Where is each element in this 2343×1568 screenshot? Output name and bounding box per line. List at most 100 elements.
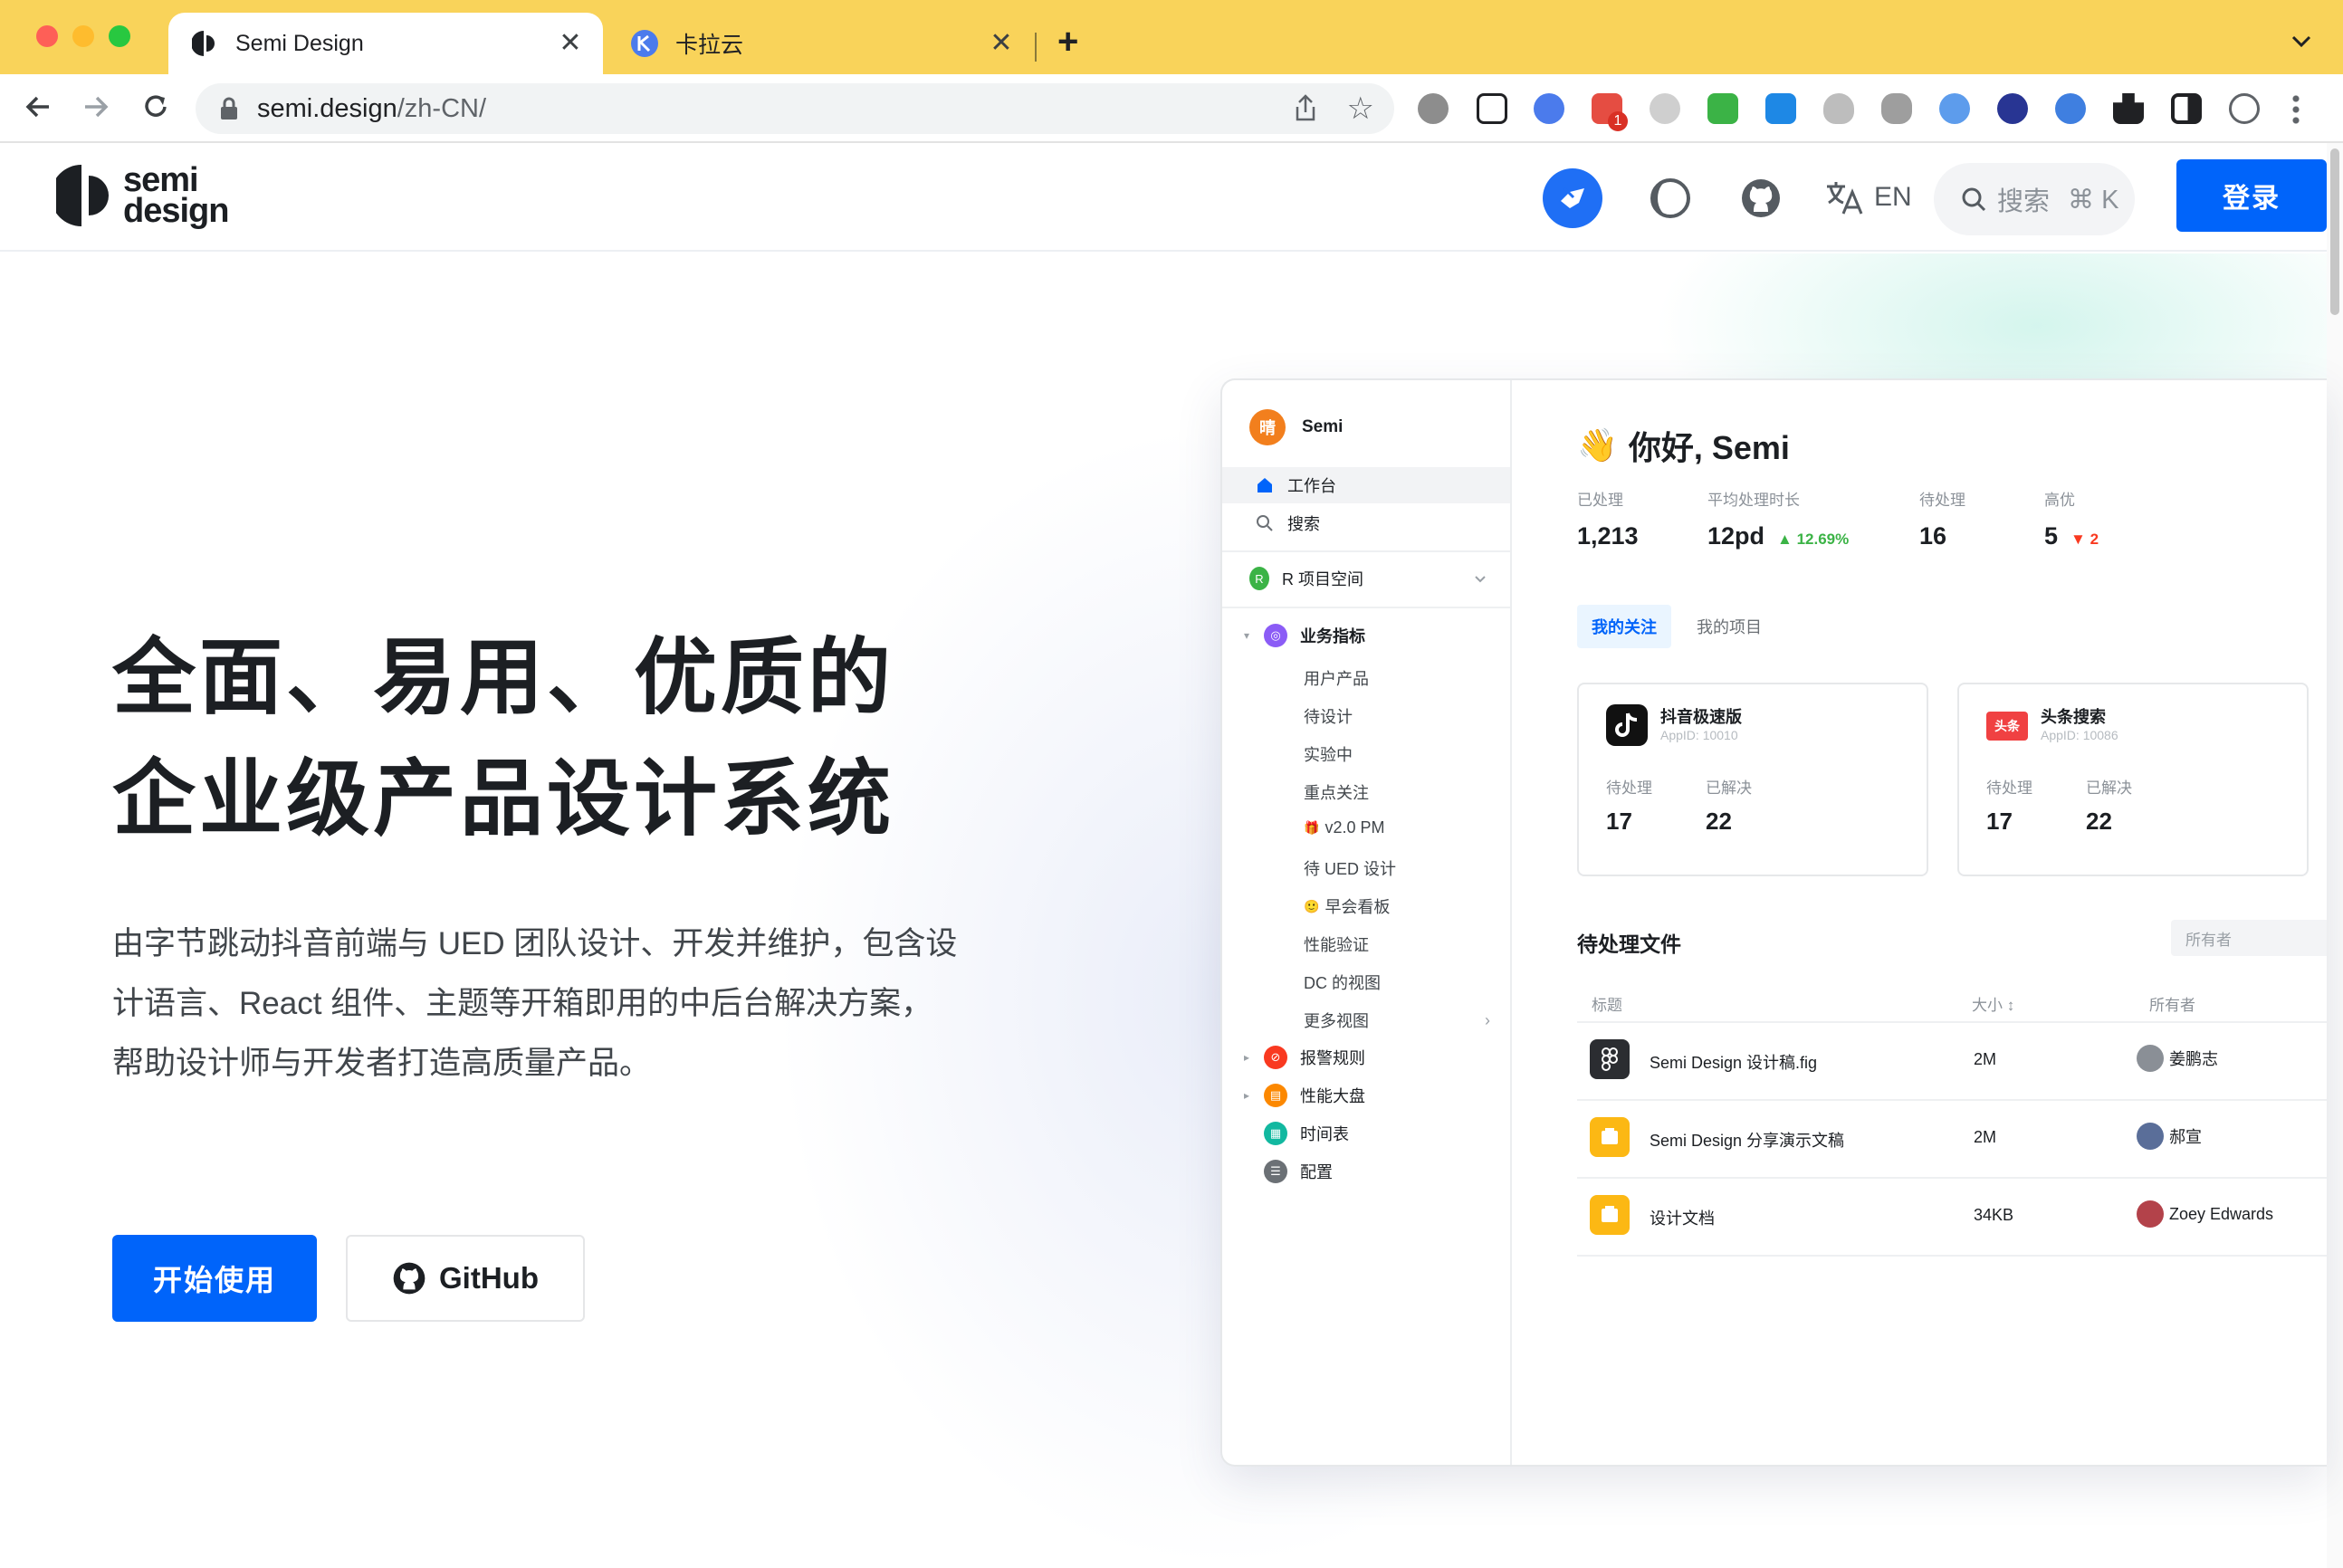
extension-tomato-icon[interactable] <box>1418 93 1449 124</box>
smile-icon: 🙂 <box>1304 898 1320 913</box>
workspace-avatar: 晴 <box>1249 409 1286 445</box>
new-tab-button[interactable]: + <box>1057 24 1078 60</box>
tree-item[interactable]: 性能验证 <box>1304 932 1369 956</box>
window-maximize-button[interactable] <box>109 25 130 47</box>
tree-item[interactable]: DC 的视图 <box>1304 970 1381 994</box>
extension-shield-icon[interactable] <box>1823 93 1854 124</box>
tree-group-alert-rules[interactable]: ▸ ⊘ 报警规则 <box>1222 1039 1510 1076</box>
nav-item-search[interactable]: 搜索 <box>1222 505 1510 541</box>
tree-item[interactable]: 🎁 v2.0 PM <box>1304 818 1384 837</box>
tree-item[interactable]: 重点关注 <box>1304 780 1369 804</box>
profile-avatar-icon[interactable] <box>2229 93 2260 124</box>
extension-bookmark-icon[interactable] <box>1765 93 1796 124</box>
card-stat-label: 已解决 <box>2086 779 2132 797</box>
semi-favicon-icon <box>190 29 219 58</box>
file-owner: 姜鹏志 <box>2137 1045 2218 1072</box>
tree-item-label: 早会看板 <box>1325 898 1391 916</box>
address-bar[interactable]: semi.design/zh-CN/ ☆ <box>196 83 1394 134</box>
tree-group-performance[interactable]: ▸ ▤ 性能大盘 <box>1222 1077 1510 1114</box>
tree-item[interactable]: 待 UED 设计 <box>1304 856 1396 880</box>
get-started-button[interactable]: 开始使用 <box>112 1235 317 1322</box>
extension-compass-icon[interactable] <box>1939 93 1970 124</box>
page-scrollbar-thumb[interactable] <box>2330 148 2339 315</box>
tab-close-icon[interactable]: ✕ <box>556 29 585 58</box>
tree-item[interactable]: 🙂 早会看板 <box>1304 894 1390 918</box>
nav-item-label: 搜索 <box>1287 515 1320 533</box>
project-space-label: R 项目空间 <box>1282 570 1363 588</box>
tree-group-business-metrics[interactable]: ▾ ◎ 业务指标 <box>1222 617 1510 654</box>
side-panel-icon[interactable] <box>2171 93 2202 124</box>
workspace-name: Semi <box>1302 417 1344 436</box>
card-stat-value: 17 <box>1986 808 2013 835</box>
stat-delta-down: ▼ 2 <box>2070 531 2099 548</box>
nav-item-workbench[interactable]: 工作台 <box>1222 467 1510 503</box>
reload-icon[interactable] <box>138 91 174 127</box>
tree-item[interactable]: 实验中 <box>1304 742 1353 766</box>
bookmark-star-icon[interactable]: ☆ <box>1347 91 1374 127</box>
project-space-selector[interactable]: R R 项目空间 <box>1222 558 1510 599</box>
tree-group-timetable[interactable]: ▦ 时间表 <box>1222 1115 1510 1152</box>
avatar <box>2137 1123 2164 1150</box>
back-arrow-icon[interactable] <box>20 91 56 127</box>
github-icon[interactable] <box>1731 168 1791 228</box>
login-button[interactable]: 登录 <box>2176 159 2327 232</box>
app-card-toutiao-search[interactable]: 头条 头条搜索 AppID: 10086 待处理 17 已解决 22 <box>1957 683 2309 876</box>
semi-logo[interactable]: semi design <box>56 163 229 228</box>
greeting-text: 你好, Semi <box>1628 429 1790 466</box>
extension-badge: 1 <box>1608 111 1628 131</box>
file-name[interactable]: Semi Design 设计稿.fig <box>1650 1050 1817 1074</box>
file-name[interactable]: 设计文档 <box>1650 1206 1715 1229</box>
tab-my-projects[interactable]: 我的项目 <box>1682 605 1776 648</box>
github-button[interactable]: GitHub <box>346 1235 585 1322</box>
extension-cloud-icon[interactable] <box>1881 93 1912 124</box>
extension-notion-icon[interactable] <box>1477 93 1507 124</box>
feishu-icon[interactable] <box>1543 168 1602 228</box>
table-row-divider <box>1577 1177 2327 1179</box>
tree-item-label: 用户产品 <box>1304 670 1369 688</box>
gift-icon: 🎁 <box>1304 820 1320 835</box>
stat-label: 已处理 <box>1577 492 1623 509</box>
app-card-douyin-lite[interactable]: 抖音极速版 AppID: 10010 待处理 17 已解决 22 <box>1577 683 1928 876</box>
extension-leaf-icon[interactable] <box>1650 93 1680 124</box>
file-name[interactable]: Semi Design 分享演示文稿 <box>1650 1128 1844 1152</box>
app-name: 抖音极速版 <box>1660 708 1742 726</box>
search-box[interactable]: 搜索 ⌘ K <box>1934 163 2135 235</box>
card-stat-label: 待处理 <box>1606 779 1652 797</box>
owner-name: 郝宣 <box>2169 1128 2202 1146</box>
window-close-button[interactable] <box>36 25 58 47</box>
column-header-owner[interactable]: 所有者 <box>2149 992 2195 1015</box>
language-switch[interactable]: EN <box>1825 179 1912 215</box>
tree-item[interactable]: 用户产品 <box>1304 666 1369 690</box>
project-letter: R <box>1249 567 1269 590</box>
extension-grid-icon[interactable] <box>1707 93 1738 124</box>
column-header-size[interactable]: 大小 ↕ <box>1972 992 2014 1015</box>
file-size: 2M <box>1974 1050 1997 1068</box>
github-icon <box>393 1262 426 1295</box>
dark-mode-moon-icon[interactable] <box>1640 168 1700 228</box>
share-icon[interactable] <box>1293 94 1318 128</box>
settings-icon: ☰ <box>1264 1160 1287 1183</box>
sidebar-divider <box>1222 550 1510 552</box>
forward-arrow-icon[interactable] <box>78 91 114 127</box>
extension-password-icon[interactable] <box>1534 93 1564 124</box>
app-id: AppID: 10086 <box>2041 728 2118 742</box>
tab-close-icon[interactable]: ✕ <box>987 29 1016 58</box>
tab-my-follows[interactable]: 我的关注 <box>1577 605 1671 648</box>
url-text[interactable]: semi.design/zh-CN/ <box>257 94 486 124</box>
card-stat-value: 17 <box>1606 808 1632 835</box>
tree-item-more-views[interactable]: 更多视图 › <box>1304 1009 1490 1032</box>
extension-timer-icon[interactable] <box>2055 93 2086 124</box>
tab-semi-design[interactable]: Semi Design ✕ <box>168 13 603 74</box>
tab-kalayun[interactable]: 卡拉云 ✕ <box>608 13 1034 74</box>
window-minimize-button[interactable] <box>72 25 94 47</box>
tree-group-settings[interactable]: ☰ 配置 <box>1222 1153 1510 1190</box>
browser-menu-icon[interactable] <box>2290 93 2301 124</box>
tab-search-chevron-icon[interactable] <box>2290 27 2312 55</box>
workspace-header[interactable]: 晴 Semi <box>1249 409 1343 445</box>
page-scrollbar[interactable] <box>2327 143 2343 1568</box>
column-header-title[interactable]: 标题 <box>1592 992 1622 1015</box>
owner-filter-input[interactable]: 所有者 <box>2171 920 2327 956</box>
file-size: 2M <box>1974 1128 1997 1146</box>
tree-item[interactable]: 待设计 <box>1304 704 1353 728</box>
extension-clock-icon[interactable] <box>1997 93 2028 124</box>
